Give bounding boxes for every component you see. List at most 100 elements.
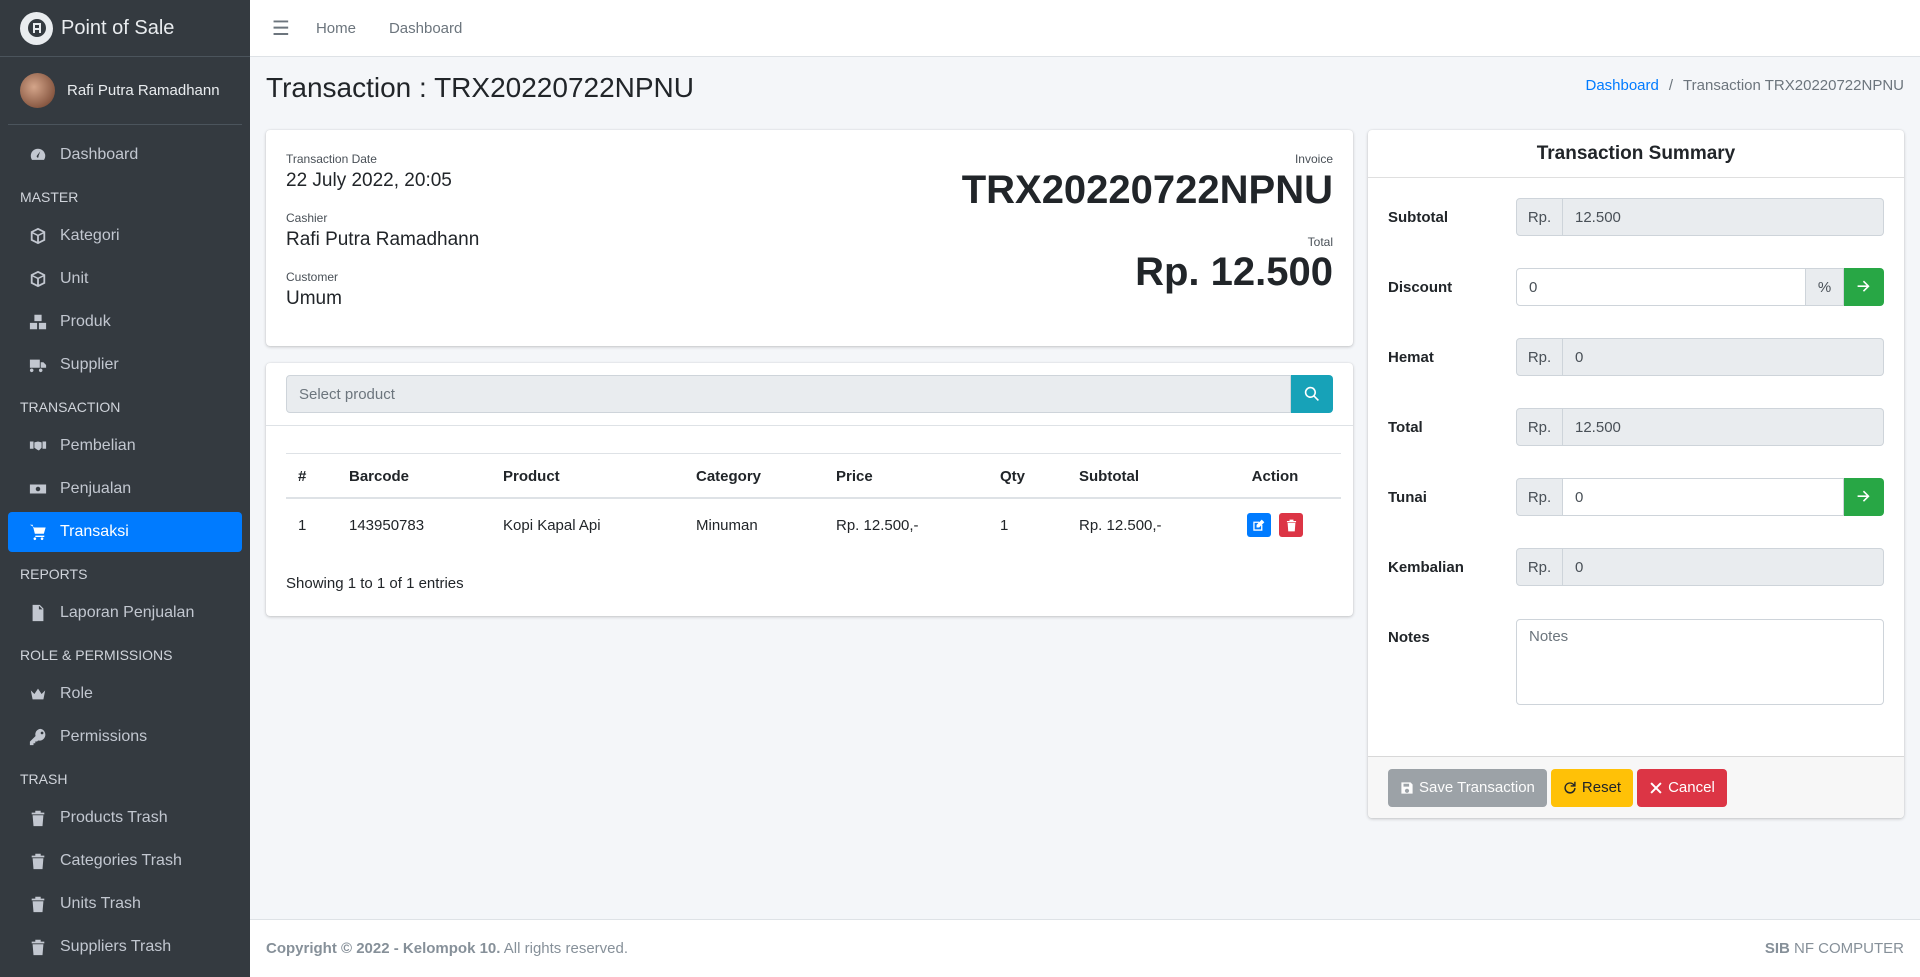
nav-header-transaction: TRANSACTION — [20, 399, 121, 415]
app-logo-icon — [20, 11, 53, 45]
tunai-row: Tunai Rp. 0 — [1388, 478, 1884, 516]
summary-title: Transaction Summary — [1368, 130, 1904, 178]
sidebar-item-dashboard[interactable]: Dashboard — [8, 135, 242, 175]
save-transaction-button[interactable]: Save Transaction — [1388, 768, 1547, 807]
sidebar-item-laporan[interactable]: Laporan Penjualan — [8, 593, 242, 633]
copyright-rest: All rights reserved. — [500, 940, 629, 957]
arrow-right-icon — [1857, 280, 1870, 292]
cell-subtotal: Rp. 12.500,- — [1079, 516, 1162, 534]
col-price[interactable]: Price — [824, 453, 988, 499]
brand-link[interactable]: Point of Sale — [0, 0, 250, 57]
kembalian-label: Kembalian — [1388, 558, 1464, 576]
notes-label: Notes — [1388, 628, 1430, 646]
product-list-card: Select product # Barcode Product Categor… — [266, 363, 1353, 616]
nav-header-trash: TRASH — [20, 771, 68, 787]
subtotal-group: Rp. 12.500 — [1516, 198, 1884, 236]
sidebar-item-label: Units Trash — [60, 895, 141, 912]
nav-dashboard-link[interactable]: Dashboard — [389, 20, 462, 37]
sidebar-item-suppliers-trash[interactable]: Suppliers Trash — [8, 927, 242, 967]
currency-prefix: Rp. — [1516, 338, 1563, 376]
file-icon — [28, 603, 48, 623]
tunai-label: Tunai — [1388, 488, 1427, 506]
sidebar-item-units-trash[interactable]: Units Trash — [8, 884, 242, 924]
cancel-button[interactable]: Cancel — [1637, 768, 1727, 807]
edit-button[interactable] — [1246, 513, 1271, 537]
sidebar-item-transaksi[interactable]: Transaksi — [8, 512, 242, 552]
sidebar-item-role[interactable]: Role — [8, 674, 242, 714]
currency-prefix: Rp. — [1516, 198, 1563, 236]
search-icon — [1304, 386, 1319, 401]
discount-field[interactable]: 0 — [1516, 268, 1806, 306]
top-navbar: ☰ Home Dashboard — [250, 0, 1920, 57]
sidebar-item-produk[interactable]: Produk — [8, 302, 242, 342]
reset-button[interactable]: Reset — [1550, 768, 1634, 807]
hemat-row: Hemat Rp. 0 — [1388, 338, 1884, 376]
cell-qty: 1 — [1000, 516, 1009, 534]
nav-header-master: MASTER — [20, 189, 79, 205]
sidebar-item-pembelian[interactable]: Pembelian — [8, 426, 242, 466]
sidebar-item-label: Suppliers Trash — [60, 938, 172, 955]
breadcrumb-dashboard-link[interactable]: Dashboard — [1585, 77, 1658, 94]
cell-action — [1209, 498, 1341, 550]
transaction-date-label: Transaction Date — [286, 152, 377, 166]
customer-label: Customer — [286, 270, 339, 284]
kembalian-group: Rp. 0 — [1516, 548, 1884, 586]
crown-icon — [28, 684, 48, 704]
col-number[interactable]: # — [286, 453, 337, 499]
sidebar-item-penjualan[interactable]: Penjualan — [8, 469, 242, 509]
boxes-icon — [28, 312, 48, 332]
brand-name: Point of Sale — [61, 16, 175, 39]
user-panel[interactable]: Rafi Putra Ramadhann — [8, 57, 242, 125]
cell-price: Rp. 12.500,- — [836, 516, 919, 534]
col-category[interactable]: Category — [684, 453, 824, 499]
kembalian-field: 0 — [1563, 548, 1884, 586]
trash-icon — [28, 894, 48, 914]
breadcrumb: Dashboard / Transaction TRX20220722NPNU — [1585, 77, 1904, 94]
sidebar-item-label: Laporan Penjualan — [60, 604, 195, 621]
sidebar-item-permissions[interactable]: Permissions — [8, 717, 242, 757]
apply-tunai-button[interactable] — [1844, 478, 1884, 516]
tunai-field[interactable]: 0 — [1563, 478, 1844, 516]
footer-right-rest: NF COMPUTER — [1789, 940, 1904, 957]
sidebar-nav: Dashboard MASTER Kategori Unit Produk Su… — [0, 125, 250, 967]
col-barcode[interactable]: Barcode — [337, 453, 491, 499]
hamburger-menu-icon[interactable]: ☰ — [272, 16, 290, 41]
products-table: # Barcode Product Category Price Qty Sub… — [286, 453, 1341, 550]
search-button[interactable] — [1291, 375, 1333, 413]
arrow-right-icon — [1857, 490, 1870, 502]
reset-label: Reset — [1581, 779, 1622, 796]
footer-right-bold: SIB — [1764, 940, 1790, 957]
discount-label: Discount — [1388, 278, 1453, 296]
sidebar-item-unit[interactable]: Unit — [8, 259, 242, 299]
key-icon — [28, 727, 48, 747]
sidebar-item-label: Permissions — [60, 728, 148, 745]
delete-button[interactable] — [1279, 513, 1304, 537]
sidebar-item-supplier[interactable]: Supplier — [8, 345, 242, 385]
save-icon — [1401, 781, 1413, 794]
nav-header-reports: REPORTS — [20, 566, 88, 582]
sidebar-item-kategori[interactable]: Kategori — [8, 216, 242, 256]
select-product-input[interactable]: Select product — [286, 375, 1291, 413]
hemat-group: Rp. 0 — [1516, 338, 1884, 376]
trash-icon — [28, 937, 48, 957]
col-product[interactable]: Product — [491, 453, 684, 499]
sidebar-item-label: Kategori — [60, 227, 120, 244]
apply-discount-button[interactable] — [1844, 268, 1884, 306]
user-name: Rafi Putra Ramadhann — [67, 82, 220, 99]
sidebar-item-products-trash[interactable]: Products Trash — [8, 798, 242, 838]
notes-textarea[interactable]: Notes — [1516, 619, 1884, 705]
save-transaction-label: Save Transaction — [1419, 779, 1535, 796]
nav-header-role: ROLE & PERMISSIONS — [20, 647, 173, 663]
col-subtotal[interactable]: Subtotal — [1067, 453, 1209, 499]
summary-actions: Save Transaction Reset Cancel — [1368, 756, 1904, 818]
cart-icon — [28, 522, 48, 542]
avatar — [20, 73, 55, 108]
transaction-info-card: Transaction Date 22 July 2022, 20:05 Cas… — [266, 130, 1353, 346]
breadcrumb-current: Transaction TRX20220722NPNU — [1683, 77, 1904, 94]
sidebar-item-categories-trash[interactable]: Categories Trash — [8, 841, 242, 881]
nav-home-link[interactable]: Home — [316, 20, 356, 37]
col-qty[interactable]: Qty — [988, 453, 1067, 499]
currency-prefix: Rp. — [1516, 478, 1563, 516]
total-row: Total Rp. 12.500 — [1388, 408, 1884, 446]
total-amount: Rp. 12.500 — [1135, 250, 1333, 294]
